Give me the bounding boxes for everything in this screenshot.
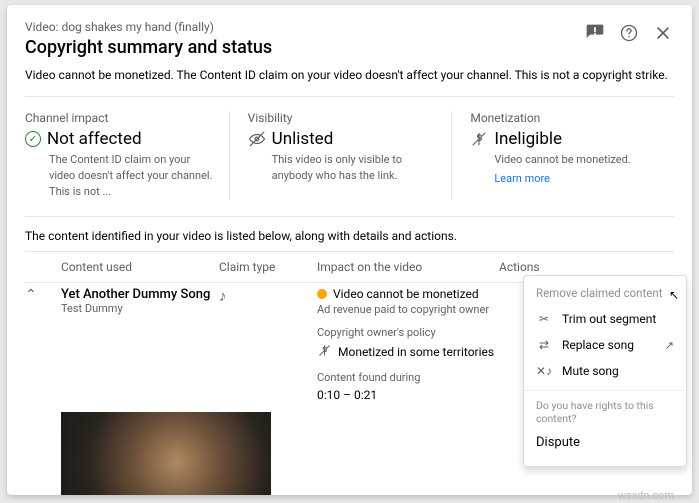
video-player[interactable]: ▶ 0:10 / 0:32 <box>61 412 271 495</box>
policy-value: Monetized in some territories <box>338 345 494 359</box>
help-icon[interactable] <box>618 22 640 44</box>
swap-icon: ⇄ <box>536 338 552 352</box>
page-title: Copyright summary and status <box>25 37 584 58</box>
chevron-up-icon[interactable]: ⌃ <box>25 287 37 303</box>
dollar-off-icon <box>317 343 332 361</box>
found-range: 0:10 – 0:21 <box>317 388 499 402</box>
feedback-icon[interactable] <box>584 22 606 44</box>
impact-sub: Ad revenue paid to copyright owner <box>317 303 499 316</box>
visibility-value: Unlisted <box>272 129 334 149</box>
watermark: wsxdn.com <box>618 489 674 502</box>
dollar-off-icon <box>470 130 488 148</box>
summary-text: Video cannot be monetized. The Content I… <box>7 68 692 96</box>
mute-icon: ✕♪ <box>536 364 552 378</box>
content-title: Yet Another Dummy Song <box>61 287 219 302</box>
col-content-used: Content used <box>61 260 219 274</box>
found-label: Content found during <box>317 371 499 384</box>
trim-segment-item[interactable]: ✂ Trim out segment <box>524 306 686 332</box>
monetization-value: Ineligible <box>494 129 562 149</box>
listing-header: The content identified in your video is … <box>7 217 692 251</box>
col-actions: Actions <box>499 260 674 274</box>
rights-label: Do you have rights to this content? <box>524 397 686 429</box>
external-link-icon: ↗ <box>665 339 674 352</box>
channel-impact-col: Channel impact ✓ Not affected The Conten… <box>25 111 230 200</box>
col-impact: Impact on the video <box>317 260 499 274</box>
music-note-icon: ♪ <box>219 287 227 305</box>
policy-label: Copyright owner's policy <box>317 326 499 339</box>
learn-more-link[interactable]: Learn more <box>494 172 662 185</box>
actions-menu: Remove claimed content ✂ Trim out segmen… <box>523 275 687 467</box>
col-claim-type: Claim type <box>219 260 317 274</box>
scissors-icon: ✂ <box>536 312 552 326</box>
replace-song-item[interactable]: ⇄ Replace song ↗ <box>524 332 686 358</box>
visibility-col: Visibility Unlisted This video is only v… <box>230 111 453 200</box>
content-artist: Test Dummy <box>61 302 219 315</box>
monetization-col: Monetization Ineligible Video cannot be … <box>452 111 674 200</box>
mute-song-item[interactable]: ✕♪ Mute song <box>524 358 686 384</box>
warning-dot-icon <box>317 289 327 299</box>
impact-value: Video cannot be monetized <box>333 287 479 301</box>
close-icon[interactable] <box>652 22 674 44</box>
channel-impact-value: Not affected <box>47 129 142 149</box>
check-circle-icon: ✓ <box>25 131 41 147</box>
video-breadcrumb: Video: dog shakes my hand (finally) <box>25 20 584 34</box>
menu-section-label: Remove claimed content <box>524 286 686 306</box>
eye-off-icon <box>248 130 266 148</box>
dispute-item[interactable]: Dispute <box>524 429 686 456</box>
